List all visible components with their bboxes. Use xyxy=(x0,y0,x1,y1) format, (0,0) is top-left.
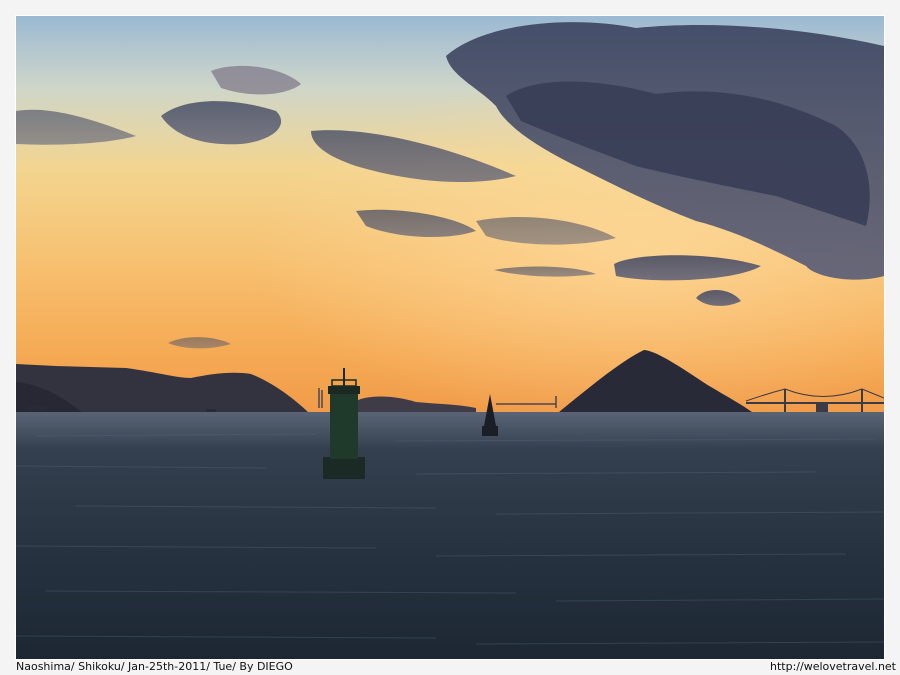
boat xyxy=(28,406,46,410)
photo-frame: Naoshima/ Shikoku/ Jan-25th-2011/ Tue/ B… xyxy=(0,0,900,675)
photo-scene xyxy=(16,16,884,659)
boat xyxy=(206,409,216,412)
sea xyxy=(16,412,884,659)
website-url: http://welovetravel.net xyxy=(770,660,896,673)
photo-caption: Naoshima/ Shikoku/ Jan-25th-2011/ Tue/ B… xyxy=(16,660,293,673)
sunset-sea-photo xyxy=(15,15,885,660)
